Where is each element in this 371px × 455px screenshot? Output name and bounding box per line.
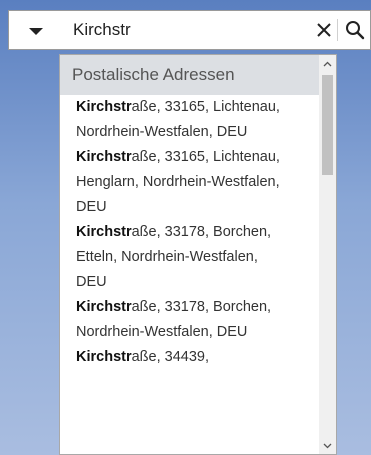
result-text: Nordrhein-Westfalen, DEU bbox=[76, 324, 248, 340]
scrollbar[interactable] bbox=[319, 55, 336, 454]
clear-button[interactable] bbox=[312, 11, 336, 49]
chevron-down-icon bbox=[323, 443, 332, 448]
match-highlight: Kirchstr bbox=[76, 299, 132, 315]
suggestions-dropdown: Postalische Adressen Kirchstraße, 33165,… bbox=[59, 54, 337, 455]
match-highlight: Kirchstr bbox=[76, 349, 132, 365]
result-line[interactable]: Kirchstraße, 33165, Lichtenau, bbox=[60, 145, 319, 170]
result-line[interactable]: DEU bbox=[60, 195, 319, 220]
match-highlight: Kirchstr bbox=[76, 149, 132, 165]
match-highlight: Kirchstr bbox=[76, 224, 132, 240]
result-text: Henglarn, Nordrhein-Westfalen, bbox=[76, 174, 280, 190]
results-list: Kirchstraße, 33165, Lichtenau, Nordrhein-… bbox=[60, 95, 336, 370]
search-bar bbox=[8, 10, 371, 50]
search-input[interactable] bbox=[73, 11, 303, 49]
divider bbox=[337, 19, 338, 41]
result-line[interactable]: Kirchstraße, 33178, Borchen, bbox=[60, 295, 319, 320]
result-line[interactable]: DEU bbox=[60, 270, 319, 295]
result-line[interactable]: Nordrhein-Westfalen, DEU bbox=[60, 320, 319, 345]
result-line[interactable]: Nordrhein-Westfalen, DEU bbox=[60, 120, 319, 145]
result-text: aße, 33178, Borchen, bbox=[131, 224, 272, 240]
chevron-up-icon bbox=[323, 61, 332, 66]
dropdown-toggle-button[interactable] bbox=[9, 11, 63, 49]
result-line[interactable]: Etteln, Nordrhein-Westfalen, bbox=[60, 245, 319, 270]
result-text: Nordrhein-Westfalen, DEU bbox=[76, 124, 248, 140]
result-line[interactable]: Kirchstraße, 34439, bbox=[60, 345, 319, 370]
search-button[interactable] bbox=[340, 11, 370, 49]
scroll-down-button[interactable] bbox=[319, 437, 336, 454]
result-text: aße, 33165, Lichtenau, bbox=[131, 149, 280, 165]
scroll-up-button[interactable] bbox=[319, 55, 336, 72]
result-line[interactable]: Kirchstraße, 33165, Lichtenau, bbox=[60, 95, 319, 120]
result-text: DEU bbox=[76, 274, 107, 290]
result-text: aße, 34439, bbox=[131, 349, 210, 365]
result-line[interactable]: Henglarn, Nordrhein-Westfalen, bbox=[60, 170, 319, 195]
match-highlight: Kirchstr bbox=[76, 99, 132, 115]
triangle-down-icon bbox=[29, 27, 43, 35]
result-text: Etteln, Nordrhein-Westfalen, bbox=[76, 249, 258, 265]
group-header: Postalische Adressen bbox=[60, 55, 319, 95]
scroll-thumb[interactable] bbox=[322, 75, 333, 175]
search-icon bbox=[346, 21, 365, 40]
result-line[interactable]: Kirchstraße, 33178, Borchen, bbox=[60, 220, 319, 245]
result-text: aße, 33178, Borchen, bbox=[131, 299, 272, 315]
result-text: DEU bbox=[76, 199, 107, 215]
result-text: aße, 33165, Lichtenau, bbox=[131, 99, 280, 115]
close-icon bbox=[317, 23, 331, 37]
